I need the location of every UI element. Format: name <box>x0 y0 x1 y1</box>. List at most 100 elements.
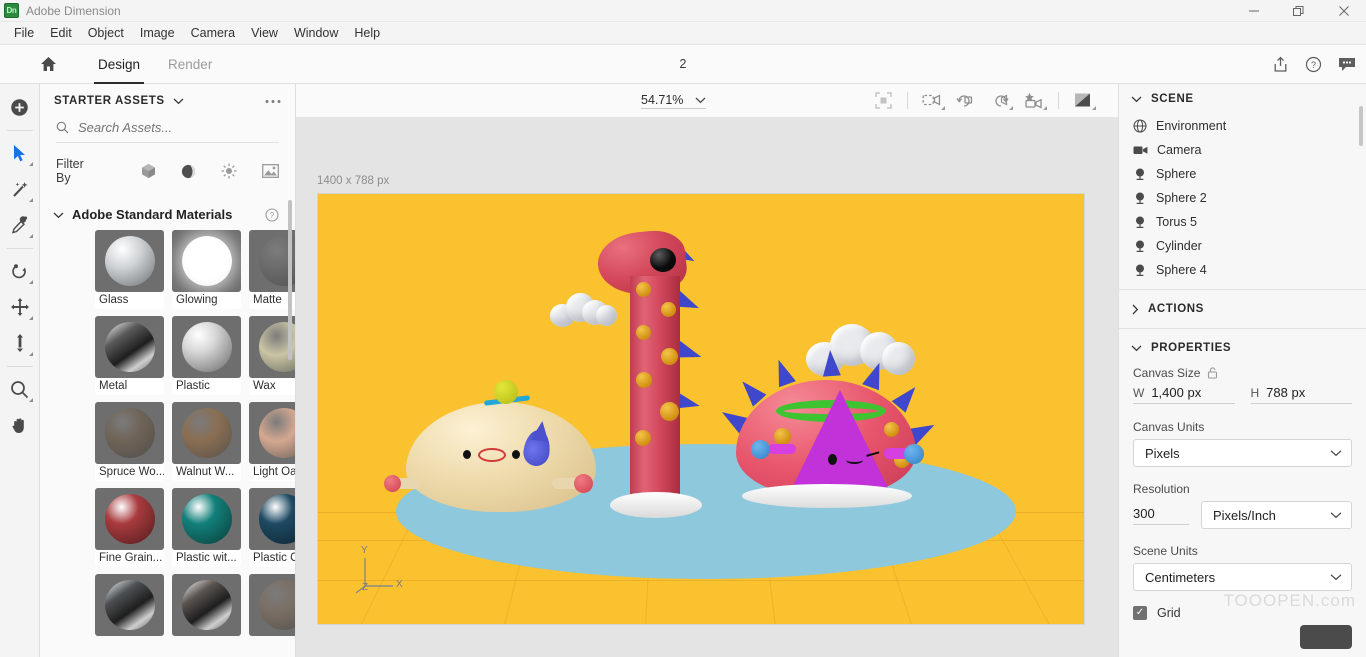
material-swatch[interactable]: Fine Grain... <box>95 488 164 567</box>
scene-item-torus-5[interactable]: Torus 5 <box>1119 210 1366 234</box>
material-swatch[interactable]: Plastic wit... <box>172 488 241 567</box>
share-icon[interactable] <box>1272 56 1289 73</box>
resolution-units-select[interactable]: Pixels/Inch <box>1201 501 1352 529</box>
tool-flyout-indicator <box>1092 105 1096 110</box>
zoom-tool[interactable] <box>4 372 36 406</box>
menu-help[interactable]: Help <box>346 23 388 44</box>
search-input[interactable] <box>78 120 268 135</box>
materials-section-header[interactable]: Adobe Standard Materials ? <box>53 207 279 222</box>
canvas-units-select[interactable]: Pixels <box>1133 439 1352 467</box>
canvas-height-field[interactable]: H 788 px <box>1250 385 1352 404</box>
material-swatch[interactable]: Plastic <box>172 316 241 395</box>
camera-undo-icon[interactable] <box>949 88 983 114</box>
viewport[interactable]: 1400 x 788 px Y X Z <box>296 118 1118 657</box>
menu-camera[interactable]: Camera <box>183 23 243 44</box>
help-icon[interactable]: ? <box>1305 56 1322 73</box>
select-tool[interactable] <box>4 136 36 170</box>
camera-redo-icon[interactable] <box>983 88 1017 114</box>
move-tool[interactable] <box>4 290 36 324</box>
zoom-control[interactable]: 54.71% <box>641 93 707 109</box>
render-preview-icon[interactable] <box>1066 88 1100 114</box>
add-content-tool[interactable] <box>4 90 36 124</box>
fit-selection-icon[interactable] <box>866 88 900 114</box>
filter-by-label: Filter By <box>56 157 84 185</box>
help-circle-icon[interactable]: ? <box>265 207 279 222</box>
material-swatch[interactable]: Glowing <box>172 230 241 309</box>
magic-wand-tool[interactable] <box>4 172 36 206</box>
material-swatch[interactable] <box>172 574 241 636</box>
color-swatch[interactable] <box>1300 625 1352 649</box>
material-thumbnail <box>95 402 164 464</box>
scene-item-camera[interactable]: Camera <box>1119 138 1366 162</box>
scene-units-select[interactable]: Centimeters <box>1133 563 1352 591</box>
image-icon[interactable] <box>262 164 279 178</box>
actions-panel-title: ACTIONS <box>1148 303 1204 315</box>
material-preview-sphere <box>104 580 155 630</box>
material-swatch[interactable] <box>95 574 164 636</box>
properties-panel-header[interactable]: PROPERTIES <box>1119 332 1366 364</box>
scene-item-sphere-2[interactable]: Sphere 2 <box>1119 186 1366 210</box>
material-swatch[interactable]: Plastic Can... <box>249 488 295 567</box>
grid-checkbox[interactable]: ✓ <box>1133 606 1147 620</box>
scene-panel-header[interactable]: SCENE <box>1119 84 1366 112</box>
cube-model-icon[interactable] <box>141 163 156 179</box>
menu-window[interactable]: Window <box>286 23 346 44</box>
properties-content: Canvas Size W 1,400 px H 788 px Canvas U… <box>1119 364 1366 620</box>
menu-edit[interactable]: Edit <box>42 23 80 44</box>
chevron-down-icon[interactable] <box>695 96 706 104</box>
grid-label: Grid <box>1157 606 1181 620</box>
chevron-down-icon[interactable] <box>173 97 184 105</box>
assets-panel-title: STARTER ASSETS <box>54 95 165 107</box>
chevron-down-icon[interactable] <box>1131 344 1142 352</box>
pan-tool[interactable] <box>4 408 36 442</box>
material-swatch[interactable] <box>249 574 295 636</box>
unlock-icon[interactable] <box>1207 367 1218 379</box>
assets-scrollbar[interactable] <box>288 200 292 360</box>
svg-text:?: ? <box>270 211 275 220</box>
scene-item-sphere-4[interactable]: Sphere 4 <box>1119 258 1366 282</box>
scene-list-scrollbar[interactable] <box>1359 106 1363 146</box>
chevron-right-icon[interactable] <box>1131 304 1139 315</box>
assets-panel: STARTER ASSETS Search Assets... Filter B… <box>40 84 296 657</box>
tool-flyout-indicator <box>28 352 33 356</box>
material-sphere-icon[interactable] <box>181 164 196 179</box>
grid-toggle-row[interactable]: ✓ Grid <box>1133 606 1352 620</box>
tool-divider <box>6 248 33 249</box>
object-sphere-icon <box>1133 215 1147 229</box>
menu-view[interactable]: View <box>243 23 286 44</box>
canvas-width-field[interactable]: W 1,400 px <box>1133 385 1235 404</box>
scale-tool[interactable] <box>4 326 36 360</box>
scene-item-environment[interactable]: Environment <box>1119 114 1366 138</box>
material-swatch[interactable]: Walnut W... <box>172 402 241 481</box>
material-swatch[interactable]: Light Oak ... <box>249 402 295 481</box>
tab-design[interactable]: Design <box>84 45 154 84</box>
chevron-down-icon[interactable] <box>53 211 64 219</box>
material-name: Fine Grain... <box>95 550 164 567</box>
scene-item-sphere[interactable]: Sphere <box>1119 162 1366 186</box>
maximize-button[interactable] <box>1276 0 1321 22</box>
orbit-tool[interactable] <box>4 254 36 288</box>
home-icon[interactable] <box>30 56 66 72</box>
render-canvas[interactable]: Y X Z <box>317 193 1085 625</box>
eyedropper-tool[interactable] <box>4 208 36 242</box>
light-sun-icon[interactable] <box>221 163 237 179</box>
scene-item-cylinder[interactable]: Cylinder <box>1119 234 1366 258</box>
material-swatch[interactable]: Spruce Wo... <box>95 402 164 481</box>
chevron-down-icon[interactable] <box>1131 95 1142 103</box>
tab-render[interactable]: Render <box>154 45 226 84</box>
menu-object[interactable]: Object <box>80 23 132 44</box>
material-name: Glass <box>95 292 164 309</box>
minimize-button[interactable] <box>1231 0 1276 22</box>
tool-rail <box>0 84 40 657</box>
menu-image[interactable]: Image <box>132 23 183 44</box>
actions-panel-header[interactable]: ACTIONS <box>1119 293 1366 325</box>
more-options-icon[interactable] <box>265 99 281 104</box>
camera-star-icon[interactable] <box>1017 88 1051 114</box>
material-swatch[interactable]: Metal <box>95 316 164 395</box>
close-button[interactable] <box>1321 0 1366 22</box>
menu-file[interactable]: File <box>6 23 42 44</box>
comment-icon[interactable] <box>1338 56 1356 72</box>
camera-bookmark-icon[interactable] <box>915 88 949 114</box>
material-swatch[interactable]: Glass <box>95 230 164 309</box>
resolution-input[interactable]: 300 <box>1133 506 1189 525</box>
